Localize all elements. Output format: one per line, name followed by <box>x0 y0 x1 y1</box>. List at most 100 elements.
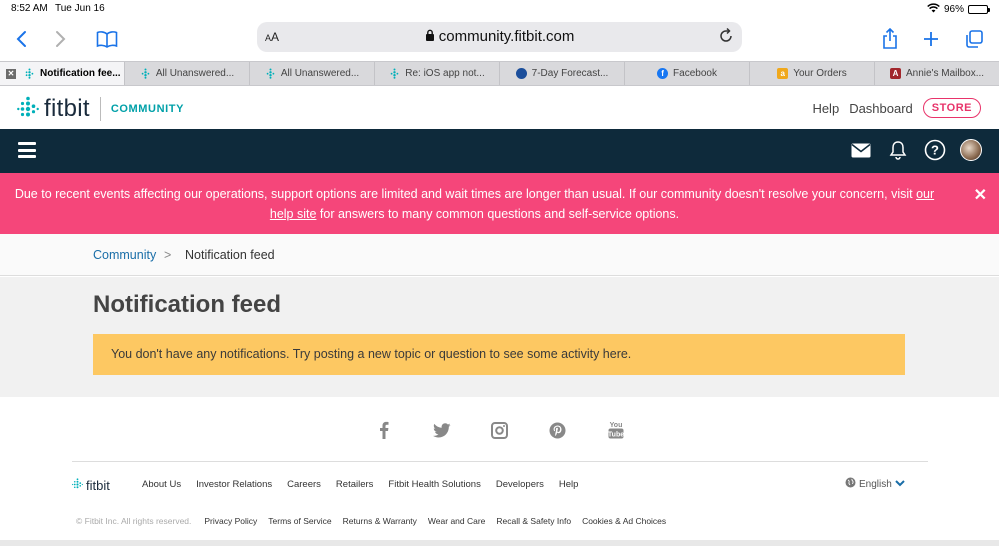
reload-icon[interactable] <box>716 26 736 46</box>
tabs-overview-icon[interactable] <box>961 26 987 52</box>
a-favicon: A <box>889 68 901 79</box>
bookmarks-icon[interactable] <box>94 26 120 52</box>
tab-annies-mailbox[interactable]: A Annie's Mailbox... <box>875 62 999 85</box>
logo-divider <box>99 97 101 121</box>
tab-all-unanswered-1[interactable]: All Unanswered... <box>125 62 250 85</box>
help-link[interactable]: Help <box>812 101 839 116</box>
twitter-icon[interactable] <box>431 419 453 441</box>
browser-toolbar: AAAA community.fitbit.com <box>0 18 999 60</box>
mail-icon[interactable] <box>849 138 873 162</box>
status-time: 8:52 AM <box>11 3 48 14</box>
tab-your-orders[interactable]: a Your Orders <box>750 62 875 85</box>
wifi-icon <box>927 3 940 16</box>
youtube-icon[interactable]: You Tube <box>605 419 627 441</box>
empty-notifications-notice: You don't have any notifications. Try po… <box>93 334 905 375</box>
new-tab-icon[interactable] <box>918 26 944 52</box>
legal-link-returns[interactable]: Returns & Warranty <box>343 516 417 526</box>
footer-legal: © Fitbit Inc. All rights reserved. Priva… <box>76 516 666 526</box>
amazon-favicon: a <box>777 68 789 79</box>
page-title: Notification feed <box>93 291 282 318</box>
tab-notification-feed[interactable]: ✕ Notification fee... <box>0 62 125 85</box>
breadcrumb-community-link[interactable]: Community <box>93 248 156 262</box>
facebook-icon[interactable] <box>373 419 395 441</box>
legal-link-privacy[interactable]: Privacy Policy <box>204 516 257 526</box>
legal-link-recall[interactable]: Recall & Safety Info <box>496 516 571 526</box>
pinterest-icon[interactable] <box>547 419 569 441</box>
fitbit-community-logo[interactable]: fitbit COMMUNITY <box>17 95 184 123</box>
main-content: Notification feed You don't have any not… <box>0 277 999 397</box>
legal-link-cookies[interactable]: Cookies & Ad Choices <box>582 516 666 526</box>
fitbit-favicon <box>24 68 35 79</box>
address-bar[interactable]: AAAA community.fitbit.com <box>257 22 742 52</box>
close-tab-icon[interactable]: ✕ <box>6 68 16 79</box>
fitbit-logo-icon <box>17 96 39 123</box>
globe-icon <box>845 477 856 491</box>
tab-forecast[interactable]: 7-Day Forecast... <box>500 62 625 85</box>
footer-link-investor-relations[interactable]: Investor Relations <box>196 479 272 490</box>
tab-ios-app[interactable]: Re: iOS app not... <box>375 62 500 85</box>
tab-facebook[interactable]: f Facebook <box>625 62 750 85</box>
copyright-text: © Fitbit Inc. All rights reserved. <box>76 516 192 526</box>
tab-label: Notification fee... <box>40 68 121 79</box>
user-avatar[interactable] <box>960 139 982 161</box>
status-date: Tue Jun 16 <box>55 3 105 14</box>
footer-link-help[interactable]: Help <box>559 479 579 490</box>
site-header: fitbit COMMUNITY Help Dashboard STORE <box>0 87 999 129</box>
community-label: COMMUNITY <box>110 103 185 115</box>
url-text: community.fitbit.com <box>438 28 575 45</box>
url-display[interactable]: community.fitbit.com <box>257 28 742 45</box>
store-button[interactable]: STORE <box>922 98 981 118</box>
social-links: You Tube <box>0 419 999 441</box>
hamburger-menu-icon[interactable] <box>18 142 36 158</box>
tab-label: Re: iOS app not... <box>405 68 485 79</box>
service-alert-banner: Due to recent events affecting our opera… <box>0 173 999 234</box>
fitbit-favicon <box>140 68 151 79</box>
close-alert-icon[interactable]: ✕ <box>974 186 987 206</box>
fitbit-favicon <box>389 68 400 79</box>
legal-link-terms[interactable]: Terms of Service <box>268 516 331 526</box>
footer-divider <box>72 461 928 462</box>
footer-link-health-solutions[interactable]: Fitbit Health Solutions <box>388 479 480 490</box>
help-circle-icon[interactable]: ? <box>923 138 947 162</box>
nav-icons: ? <box>849 138 982 162</box>
alert-text-after: for answers to many common questions and… <box>316 207 680 221</box>
dashboard-link[interactable]: Dashboard <box>849 101 913 116</box>
forward-icon[interactable] <box>48 26 74 52</box>
battery-icon <box>968 5 990 14</box>
browser-tab-strip: ✕ Notification fee... All Unanswered... … <box>0 61 999 86</box>
lock-icon <box>425 28 435 45</box>
battery-percent: 96% <box>943 4 964 15</box>
weather-favicon <box>515 68 527 79</box>
tab-label: All Unanswered... <box>155 68 235 79</box>
footer-link-about-us[interactable]: About Us <box>142 479 181 490</box>
tab-label: 7-Day Forecast... <box>531 68 609 79</box>
instagram-icon[interactable] <box>489 419 511 441</box>
language-selector[interactable]: English <box>845 477 905 491</box>
tab-all-unanswered-2[interactable]: All Unanswered... <box>250 62 375 85</box>
tab-label: Annie's Mailbox... <box>905 68 985 79</box>
svg-text:You: You <box>609 422 622 429</box>
footer-link-developers[interactable]: Developers <box>496 479 544 490</box>
bell-icon[interactable] <box>886 138 910 162</box>
tab-label: All Unanswered... <box>280 68 360 79</box>
footer-link-retailers[interactable]: Retailers <box>336 479 374 490</box>
footer-bottom-strip <box>0 540 999 546</box>
community-nav-bar: ? <box>0 129 999 173</box>
header-links: Help Dashboard STORE <box>812 98 981 118</box>
footer-wordmark: fitbit <box>86 477 110 493</box>
footer-link-careers[interactable]: Careers <box>287 479 321 490</box>
breadcrumb-separator: > <box>164 248 172 262</box>
footer-fitbit-logo[interactable]: fitbit <box>72 476 110 494</box>
language-label: English <box>859 478 892 490</box>
site-footer: You Tube fitbit About Us Investor Relatio… <box>0 397 999 546</box>
tab-label: Your Orders <box>793 68 847 79</box>
back-icon[interactable] <box>8 26 34 52</box>
fitbit-wordmark: fitbit <box>44 95 90 122</box>
facebook-favicon: f <box>657 68 669 79</box>
share-icon[interactable] <box>877 26 903 52</box>
breadcrumb-current: Notification feed <box>185 248 275 262</box>
status-right: 96% <box>927 3 990 16</box>
legal-link-wear-care[interactable]: Wear and Care <box>428 516 485 526</box>
alert-text-before: Due to recent events affecting our opera… <box>14 187 917 201</box>
breadcrumb: Community > Notification feed <box>0 234 999 276</box>
